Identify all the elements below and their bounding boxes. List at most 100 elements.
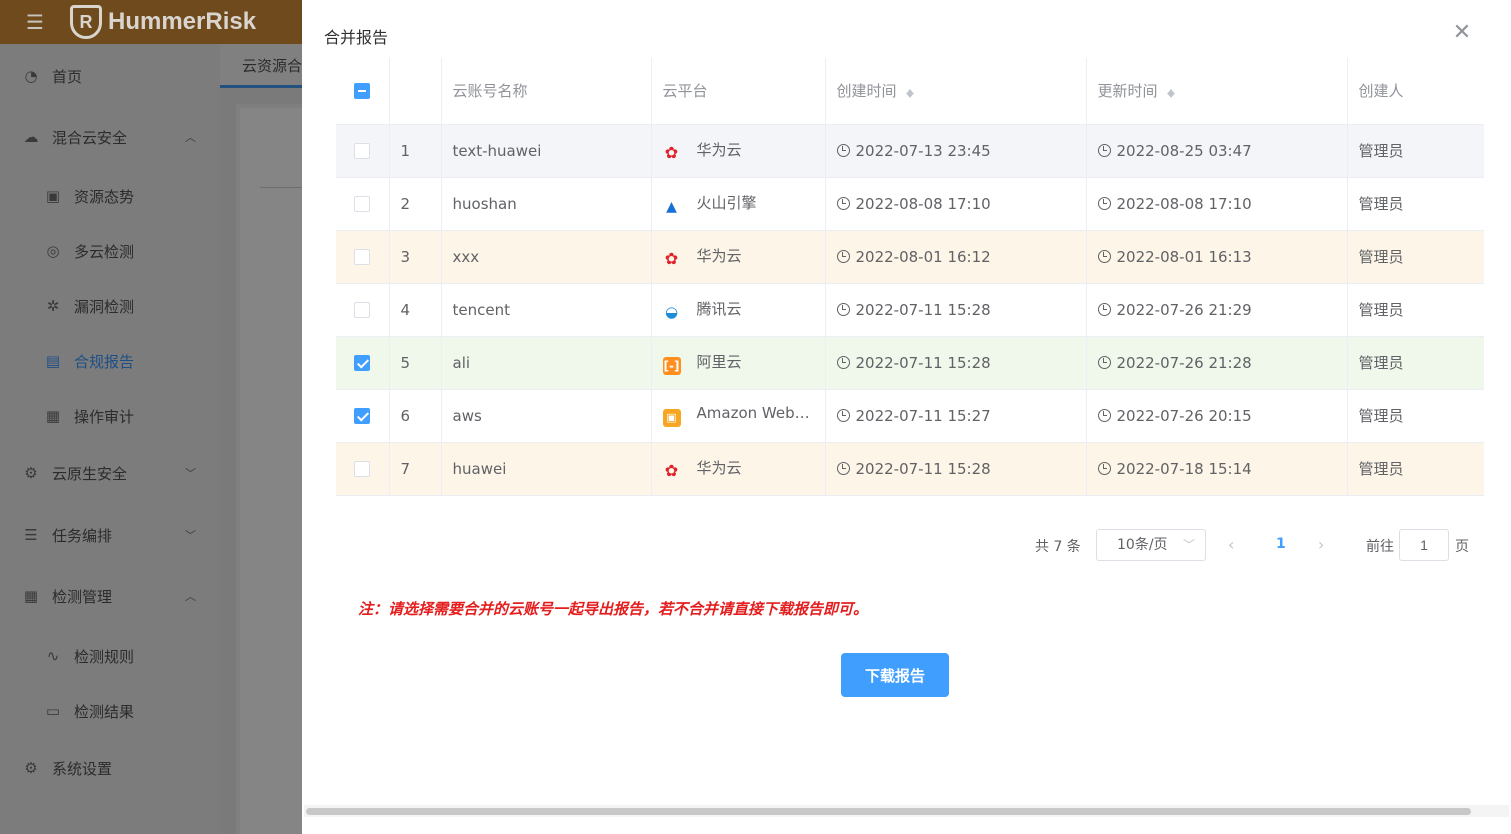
pagination-total: 共 7 条 <box>1035 539 1081 555</box>
updated-time: 2022-08-01 16:13 <box>1116 247 1252 266</box>
download-report-button[interactable]: 下载报告 <box>841 653 949 697</box>
platform-name: 腾讯云 <box>696 300 742 318</box>
page-size-select[interactable]: 10条/页 ﹀ <box>1096 529 1206 561</box>
creator: 管理员 <box>1347 336 1484 390</box>
chevron-down-icon: ﹀ <box>185 467 196 480</box>
aliyun-icon: [-] <box>662 356 681 375</box>
sidebar-item-audit[interactable]: ▦ 操作审计 <box>0 388 220 444</box>
sort-icon[interactable] <box>1166 85 1176 99</box>
row-checkbox[interactable] <box>354 355 371 371</box>
table-row[interactable]: 4 tencent ◒ 腾讯云 2022-07-11 15:28 2022-07-26 2… <box>336 283 1484 337</box>
sidebar-item-settings[interactable]: ⚙ 系统设置 <box>0 740 220 796</box>
column-header-account-name: 云账号名称 <box>441 58 652 125</box>
updated-time: 2022-08-08 17:10 <box>1116 194 1252 213</box>
row-index: 5 <box>389 336 442 390</box>
column-header-platform: 云平台 <box>651 58 826 125</box>
row-select-cell[interactable] <box>336 230 390 284</box>
platform-cell: ✿ 华为云 <box>651 124 826 178</box>
table-row[interactable]: 6 aws ▣ Amazon Web ... 2022-07-11 15:27 2022-… <box>336 389 1484 443</box>
sidebar-item-detection-rules[interactable]: ∿ 检测规则 <box>0 628 220 684</box>
select-all-cell[interactable] <box>336 58 390 125</box>
row-checkbox[interactable] <box>354 143 371 159</box>
scan-icon: ◎ <box>46 242 60 260</box>
clock-icon <box>836 302 850 316</box>
column-header-updated[interactable]: 更新时间 <box>1086 58 1348 125</box>
table-row[interactable]: 3 xxx ✿ 华为云 2022-08-01 16:12 2022-08-01 16:13… <box>336 230 1484 284</box>
brand-name: HummerRisk <box>108 8 257 35</box>
sidebar-item-vuln-scan[interactable]: ✲ 漏洞检测 <box>0 278 220 334</box>
column-header-label: 创建时间 <box>836 82 897 101</box>
row-select-cell[interactable] <box>336 336 390 390</box>
created-time: 2022-08-01 16:12 <box>855 247 991 266</box>
sidebar: ◔ 首页 ☁ 混合云安全 ︿ ▣ 资源态势 ◎ 多云检测 ✲ 漏洞检测 ▤ 合规… <box>0 44 220 834</box>
background-tabbar: 云资源合 <box>220 44 302 88</box>
sidebar-item-home[interactable]: ◔ 首页 <box>0 48 220 104</box>
horizontal-scrollbar[interactable] <box>304 805 1509 817</box>
goto-page-input[interactable] <box>1399 529 1449 561</box>
platform-name: Amazon Web ... <box>696 404 814 422</box>
prev-page-icon[interactable]: ‹ <box>1228 535 1234 554</box>
row-select-cell[interactable] <box>336 124 390 178</box>
column-header-creator: 创建人 <box>1347 58 1484 125</box>
row-checkbox[interactable] <box>354 196 371 212</box>
row-index: 1 <box>389 124 442 178</box>
account-name: xxx <box>441 230 652 284</box>
sidebar-item-label: 资源态势 <box>74 187 135 206</box>
audit-icon: ▦ <box>45 407 61 425</box>
sidebar-item-resource-posture[interactable]: ▣ 资源态势 <box>0 168 220 224</box>
sidebar-item-label: 首页 <box>52 67 83 86</box>
select-all-checkbox[interactable] <box>354 83 371 100</box>
platform-name: 华为云 <box>696 141 742 159</box>
huawei-icon: ✿ <box>664 249 679 268</box>
sort-icon[interactable] <box>905 85 915 99</box>
row-index: 2 <box>389 177 442 231</box>
row-checkbox[interactable] <box>354 249 371 265</box>
table-row[interactable]: 5 ali [-] 阿里云 2022-07-11 15:28 2022-07-26 21:… <box>336 336 1484 390</box>
sidebar-item-multi-cloud-scan[interactable]: ◎ 多云检测 <box>0 223 220 279</box>
logo-mark-icon: R <box>70 5 102 39</box>
account-name: tencent <box>441 283 652 337</box>
sidebar-item-detection-results[interactable]: ▭ 检测结果 <box>0 683 220 739</box>
scrollbar-thumb[interactable] <box>306 808 1471 815</box>
sidebar-item-task-orchestration[interactable]: ☰ 任务编排 ﹀ <box>0 507 220 563</box>
sidebar-item-label: 混合云安全 <box>52 128 128 147</box>
row-select-cell[interactable] <box>336 177 390 231</box>
table-row[interactable]: 7 huawei ✿ 华为云 2022-07-11 15:28 2022-07-18 15… <box>336 442 1484 496</box>
updated-time-cell: 2022-08-08 17:10 <box>1086 177 1348 231</box>
column-header-created[interactable]: 创建时间 <box>825 58 1087 125</box>
row-index: 4 <box>389 283 442 337</box>
creator: 管理员 <box>1347 177 1484 231</box>
goto-unit: 页 <box>1455 539 1469 555</box>
table-row[interactable]: 2 huoshan ▲ 火山引擎 2022-08-08 17:10 2022-08-08 … <box>336 177 1484 231</box>
platform-cell: ◒ 腾讯云 <box>651 283 826 337</box>
platform-name: 阿里云 <box>696 352 742 371</box>
sidebar-item-detection-mgmt[interactable]: ▦ 检测管理 ︿ <box>0 568 220 624</box>
row-select-cell[interactable] <box>336 442 390 496</box>
created-time-cell: 2022-07-11 15:28 <box>825 283 1087 337</box>
created-time: 2022-07-11 15:28 <box>855 300 991 319</box>
table-row[interactable]: 1 text-huawei ✿ 华为云 2022-07-13 23:45 2022-08-… <box>336 124 1484 178</box>
page-number-current[interactable]: 1 <box>1276 536 1286 552</box>
grid-icon: ▦ <box>23 587 39 605</box>
table-header-row: 云账号名称 云平台 创建时间 更新时间 创建人 <box>336 58 1484 125</box>
sidebar-item-cloud-native[interactable]: ⚙ 云原生安全 ﹀ <box>0 445 220 501</box>
row-checkbox[interactable] <box>354 461 371 477</box>
account-name: text-huawei <box>441 124 652 178</box>
row-checkbox[interactable] <box>354 408 371 424</box>
clock-icon <box>836 408 850 422</box>
sidebar-item-label: 云原生安全 <box>52 464 128 483</box>
row-select-cell[interactable] <box>336 283 390 337</box>
row-checkbox[interactable] <box>354 302 371 318</box>
tab-cloud-resource[interactable]: 云资源合 <box>220 44 302 88</box>
account-table: 云账号名称 云平台 创建时间 更新时间 创建人 1 text-huawei ✿ 华为云… <box>336 58 1484 496</box>
chart-icon: ▣ <box>45 187 61 205</box>
creator: 管理员 <box>1347 389 1484 443</box>
next-page-icon[interactable]: › <box>1318 535 1324 554</box>
sidebar-item-hybrid-cloud[interactable]: ☁ 混合云安全 ︿ <box>0 109 220 165</box>
menu-toggle-icon[interactable]: ☰ <box>0 0 70 44</box>
platform-name: 火山引擎 <box>696 193 757 212</box>
created-time: 2022-07-11 15:28 <box>855 353 991 372</box>
close-icon[interactable]: ✕ <box>1451 22 1473 44</box>
row-select-cell[interactable] <box>336 389 390 443</box>
sidebar-item-compliance-report[interactable]: ▤ 合规报告 <box>0 333 220 389</box>
